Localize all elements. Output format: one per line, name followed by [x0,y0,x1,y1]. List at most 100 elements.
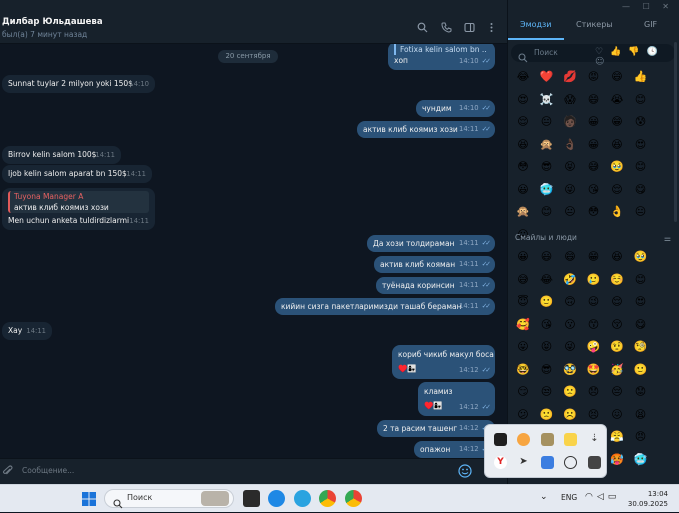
message-list[interactable]: 20 сентября Fotixa kelin salom bn ... хо… [0,44,507,458]
message-out[interactable]: актив клиб кояман 14:11 ✓✓ [374,256,495,273]
app-icon[interactable] [517,433,530,446]
yandex-icon[interactable]: Y [494,456,507,469]
smileys-emoji[interactable]: 😣 [585,406,603,424]
taskbar-search[interactable]: Поиск [104,489,234,509]
hide-icon[interactable] [564,456,577,469]
recent-emoji[interactable]: 😎 [538,158,556,176]
smileys-emoji[interactable]: ☹️ [561,406,579,424]
recent-emoji[interactable]: 😐 [538,113,556,131]
recent-emoji[interactable]: 😆 [514,136,532,154]
scrollbar[interactable] [674,42,677,222]
smileys-emoji[interactable]: 😆 [608,248,626,266]
smileys-emoji[interactable]: 🥰 [514,316,532,334]
shield-icon[interactable] [541,456,554,469]
windows-start-icon[interactable] [82,491,96,506]
message-out[interactable]: Да хози толдираман 14:11 ✓✓ [367,235,495,252]
recent-emoji[interactable]: 😀 [585,113,603,131]
message-out[interactable]: кийин сизга пакетларимизди ташаб бераман… [275,298,495,315]
smileys-emoji[interactable]: 😗 [561,316,579,334]
recent-emoji[interactable]: 😜 [561,181,579,199]
tab-emoji[interactable]: Эмодзи [520,20,552,29]
tab-stickers[interactable]: Стикеры [576,20,613,29]
smileys-emoji[interactable]: 😤 [608,428,626,446]
smileys-emoji[interactable]: 🤓 [514,361,532,379]
smileys-emoji[interactable]: 😞 [585,383,603,401]
smileys-emoji[interactable]: 🤣 [561,271,579,289]
smileys-emoji[interactable]: 😃 [538,248,556,266]
smileys-emoji[interactable]: 😍 [632,293,650,311]
recent-emoji[interactable]: 😁 [608,113,626,131]
recent-emoji[interactable]: 😐 [561,203,579,221]
smileys-emoji[interactable]: 🥶 [632,451,650,469]
smileys-emoji[interactable]: 😟 [632,383,650,401]
recent-emoji[interactable]: 😍 [514,91,532,109]
wifi-volume-battery-icons[interactable]: ◠◁▭ [585,492,620,502]
smileys-emoji[interactable]: 😎 [538,361,556,379]
smileys-emoji[interactable]: 😇 [514,293,532,311]
message-out[interactable]: чундим 14:10 ✓✓ [416,100,495,117]
smileys-emoji[interactable]: 😝 [538,338,556,356]
smileys-emoji[interactable]: 😌 [608,293,626,311]
message-out[interactable]: 2 та расим ташенг 14:12✓✓ [377,420,495,437]
smileys-emoji[interactable]: 😒 [538,383,556,401]
edge-icon[interactable] [268,490,285,507]
recent-emoji[interactable]: 😰 [632,113,650,131]
recent-emoji[interactable]: 😄 [585,91,603,109]
smileys-emoji[interactable]: 😫 [632,406,650,424]
recent-emoji[interactable]: 😳 [585,203,603,221]
recent-emoji[interactable]: 😭 [608,91,626,109]
nvidia-icon[interactable] [494,433,507,446]
recent-emoji[interactable]: 😳 [514,158,532,176]
recent-emoji[interactable]: 😌 [608,181,626,199]
message-in[interactable]: Xay 14:11 [2,322,52,340]
attach-icon[interactable] [2,465,14,477]
message-in[interactable]: Tuyona Manager A актив клиб коямиз хози … [2,188,155,230]
search-icon[interactable] [416,22,428,34]
smileys-emoji[interactable]: 😠 [632,428,650,446]
recent-emoji[interactable]: 😃 [514,181,532,199]
smileys-emoji[interactable]: 🥲 [585,271,603,289]
recent-emoji[interactable]: 😘 [585,181,603,199]
maximize-icon[interactable]: ☐ [643,2,650,11]
language-indicator[interactable]: ENG [561,493,577,502]
taskbar-search-input[interactable]: Поиск [127,493,152,502]
usb-icon[interactable]: ⇣ [588,433,601,446]
recent-emoji[interactable]: 👍 [632,68,650,86]
recent-emoji[interactable]: ❤️ [538,68,556,86]
smileys-emoji[interactable]: 😛 [514,338,532,356]
chrome-icon[interactable] [319,490,336,507]
smileys-emoji[interactable]: 😉 [585,293,603,311]
clock[interactable]: 13:04 30.09.2025 [628,489,668,509]
recent-emoji[interactable]: 🥶 [538,181,556,199]
smileys-emoji[interactable]: 😅 [514,271,532,289]
smileys-emoji[interactable]: 😖 [608,406,626,424]
smileys-emoji[interactable]: 😘 [538,316,556,334]
recent-emoji[interactable]: 😄 [608,68,626,86]
recent-emoji[interactable]: 👌 [608,203,626,221]
recent-emoji[interactable]: 😌 [514,113,532,131]
recent-emoji[interactable]: 😂 [514,68,532,86]
recent-emoji[interactable]: 😊 [632,91,650,109]
smileys-emoji[interactable]: 😜 [561,338,579,356]
smileys-emoji[interactable]: 🤨 [608,338,626,356]
smileys-emoji[interactable]: 😊 [632,271,650,289]
phone-icon[interactable] [440,22,452,34]
smileys-emoji[interactable]: 😙 [585,316,603,334]
archive-icon[interactable] [541,433,554,446]
message-input[interactable]: Сообщение... [22,466,74,475]
smileys-emoji[interactable]: 🧐 [632,338,650,356]
chrome-profile-icon[interactable] [345,490,362,507]
filter-icon[interactable]: ⚌ [664,234,671,243]
smileys-emoji[interactable]: 🤩 [585,361,603,379]
sidebar-toggle-icon[interactable] [463,22,475,34]
smileys-emoji[interactable]: 😏 [514,383,532,401]
recent-emoji[interactable]: 🙊 [514,203,532,221]
smileys-emoji[interactable]: 🙁 [538,406,556,424]
recent-emoji[interactable]: ☠️ [538,91,556,109]
smileys-emoji[interactable]: ☺️ [608,271,626,289]
message-out[interactable]: туёнада коринсин 14:11 ✓✓ [376,277,495,294]
smileys-emoji[interactable]: 😁 [585,248,603,266]
more-menu-icon[interactable] [485,22,497,34]
smileys-emoji[interactable]: 🥸 [561,361,579,379]
emoji-search-input[interactable]: Поиск [534,48,558,57]
